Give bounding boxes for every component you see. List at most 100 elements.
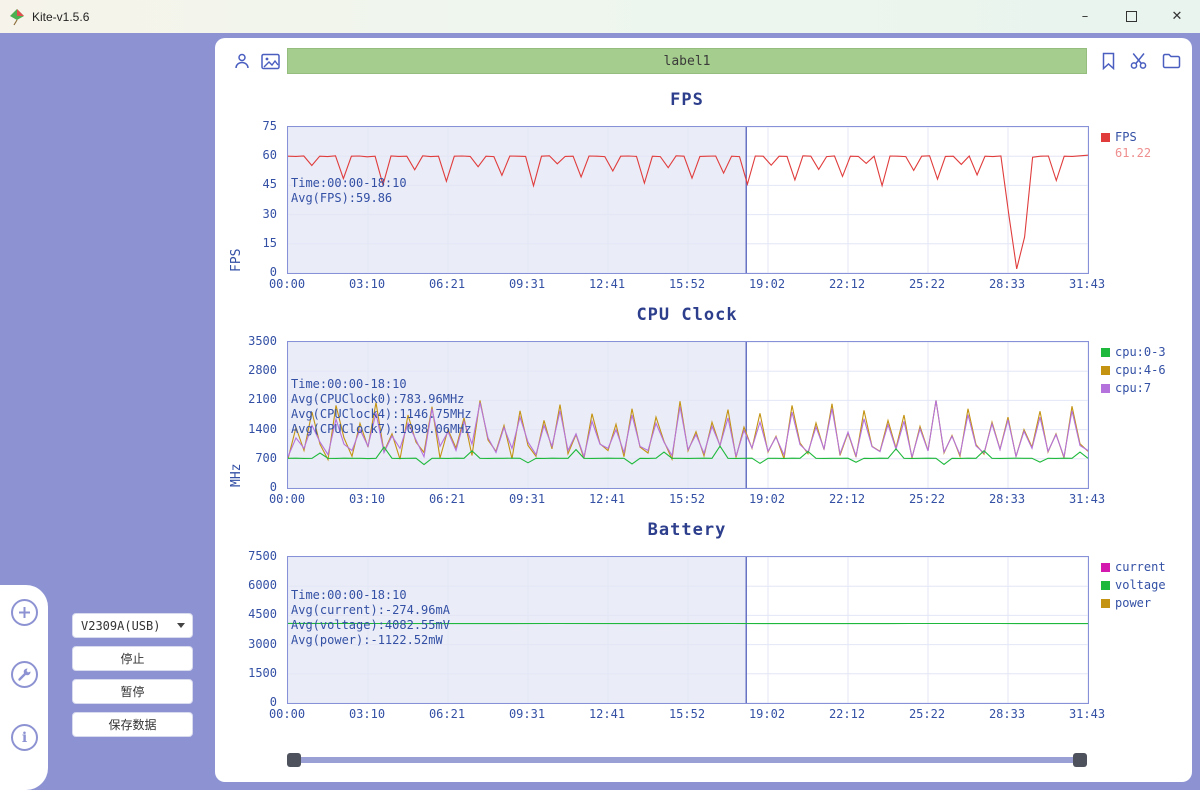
- plot-area[interactable]: [287, 556, 1089, 704]
- x-tick-label: 00:00: [261, 492, 313, 506]
- y-tick-label: 75: [231, 119, 277, 133]
- fps-chart: FPS FPS 75604530150 Time:00:00-18:10Avg(…: [215, 90, 1192, 305]
- legend: FPS61.22: [1101, 130, 1191, 160]
- image-icon: [261, 53, 280, 70]
- info-button[interactable]: i: [11, 724, 38, 751]
- legend-swatch: [1101, 366, 1110, 375]
- close-button[interactable]: ✕: [1154, 0, 1200, 33]
- y-ticks: 75604530150: [235, 126, 281, 272]
- y-tick-label: 30: [231, 207, 277, 221]
- chevron-down-icon: [177, 623, 185, 628]
- x-tick-label: 09:31: [501, 277, 553, 291]
- slider-handle-right[interactable]: [1073, 753, 1087, 767]
- x-tick-label: 28:33: [981, 492, 1033, 506]
- chart-title: FPS: [287, 90, 1087, 110]
- x-tick-label: 22:12: [821, 492, 873, 506]
- x-tick-label: 19:02: [741, 277, 793, 291]
- x-ticks: 00:0003:1006:2109:3112:4115:5219:0222:12…: [287, 707, 1087, 723]
- legend-item: FPS: [1101, 130, 1191, 144]
- settings-button[interactable]: [11, 661, 38, 688]
- x-tick-label: 03:10: [341, 277, 393, 291]
- device-select-value: V2309A(USB): [81, 619, 160, 633]
- x-tick-label: 00:00: [261, 707, 313, 721]
- x-tick-label: 03:10: [341, 492, 393, 506]
- bookmark-icon: [1101, 52, 1116, 70]
- y-tick-label: 7500: [231, 549, 277, 563]
- x-tick-label: 15:52: [661, 707, 713, 721]
- maximize-icon: [1126, 11, 1137, 22]
- stop-button[interactable]: 停止: [72, 646, 193, 671]
- save-data-button[interactable]: 保存数据: [72, 712, 193, 737]
- plot-area[interactable]: [287, 341, 1089, 489]
- y-tick-label: 2100: [231, 392, 277, 406]
- legend: cpu:0-3cpu:4-6cpu:7: [1101, 345, 1191, 399]
- legend-swatch: [1101, 133, 1110, 142]
- legend-label: cpu:4-6: [1115, 363, 1166, 377]
- x-tick-label: 19:02: [741, 707, 793, 721]
- x-tick-label: 25:22: [901, 277, 953, 291]
- y-tick-label: 45: [231, 177, 277, 191]
- y-ticks: 750060004500300015000: [235, 556, 281, 702]
- x-tick-label: 06:21: [421, 492, 473, 506]
- maximize-button[interactable]: [1108, 0, 1154, 33]
- legend-swatch: [1101, 581, 1110, 590]
- x-tick-label: 12:41: [581, 277, 633, 291]
- scissors-icon: [1130, 52, 1149, 70]
- time-range-slider[interactable]: [287, 752, 1087, 768]
- x-tick-label: 31:43: [1061, 492, 1113, 506]
- plus-icon: [18, 606, 31, 619]
- x-tick-label: 22:12: [821, 707, 873, 721]
- x-tick-label: 28:33: [981, 707, 1033, 721]
- x-tick-label: 25:22: [901, 707, 953, 721]
- x-tick-label: 15:52: [661, 492, 713, 506]
- plot-area[interactable]: [287, 126, 1089, 274]
- label-input[interactable]: label1: [287, 48, 1087, 74]
- pause-button[interactable]: 暂停: [72, 679, 193, 704]
- x-tick-label: 31:43: [1061, 707, 1113, 721]
- y-tick-label: 4500: [231, 607, 277, 621]
- legend-swatch: [1101, 563, 1110, 572]
- x-tick-label: 09:31: [501, 707, 553, 721]
- x-tick-label: 03:10: [341, 707, 393, 721]
- slider-track[interactable]: [293, 757, 1081, 763]
- legend-label: FPS: [1115, 130, 1137, 144]
- x-tick-label: 06:21: [421, 707, 473, 721]
- wrench-icon: [17, 667, 32, 682]
- add-button[interactable]: [11, 599, 38, 626]
- slider-handle-left[interactable]: [287, 753, 301, 767]
- chart-title: Battery: [287, 520, 1087, 540]
- minimize-button[interactable]: –: [1062, 0, 1108, 33]
- x-tick-label: 00:00: [261, 277, 313, 291]
- legend-swatch: [1101, 599, 1110, 608]
- x-tick-label: 12:41: [581, 492, 633, 506]
- title-bar: Kite-v1.5.6 – ✕: [0, 0, 1200, 33]
- window-title: Kite-v1.5.6: [32, 10, 89, 24]
- legend-item: current: [1101, 560, 1191, 574]
- folder-icon: [1162, 53, 1181, 69]
- x-tick-label: 31:43: [1061, 277, 1113, 291]
- info-icon: i: [22, 730, 27, 746]
- cut-button[interactable]: [1128, 50, 1150, 72]
- x-tick-label: 22:12: [821, 277, 873, 291]
- legend-label: power: [1115, 596, 1151, 610]
- device-select[interactable]: V2309A(USB): [72, 613, 193, 638]
- y-tick-label: 6000: [231, 578, 277, 592]
- screenshot-button[interactable]: [259, 50, 281, 72]
- cpu-clock-chart: CPU Clock MHz 35002800210014007000 Time:…: [215, 305, 1192, 520]
- user-button[interactable]: [231, 50, 253, 72]
- legend: current voltage power: [1101, 560, 1191, 614]
- legend-item: voltage: [1101, 578, 1191, 592]
- legend-item: power: [1101, 596, 1191, 610]
- battery-chart: Battery 750060004500300015000 Time:00:00…: [215, 520, 1192, 735]
- x-ticks: 00:0003:1006:2109:3112:4115:5219:0222:12…: [287, 277, 1087, 293]
- y-tick-label: 2800: [231, 363, 277, 377]
- x-tick-label: 28:33: [981, 277, 1033, 291]
- y-tick-label: 3000: [231, 637, 277, 651]
- bookmark-button[interactable]: [1097, 50, 1119, 72]
- legend-swatch: [1101, 384, 1110, 393]
- open-folder-button[interactable]: [1160, 50, 1182, 72]
- x-tick-label: 12:41: [581, 707, 633, 721]
- legend-label: cpu:0-3: [1115, 345, 1166, 359]
- app-icon: [8, 8, 26, 26]
- legend-label: current: [1115, 560, 1166, 574]
